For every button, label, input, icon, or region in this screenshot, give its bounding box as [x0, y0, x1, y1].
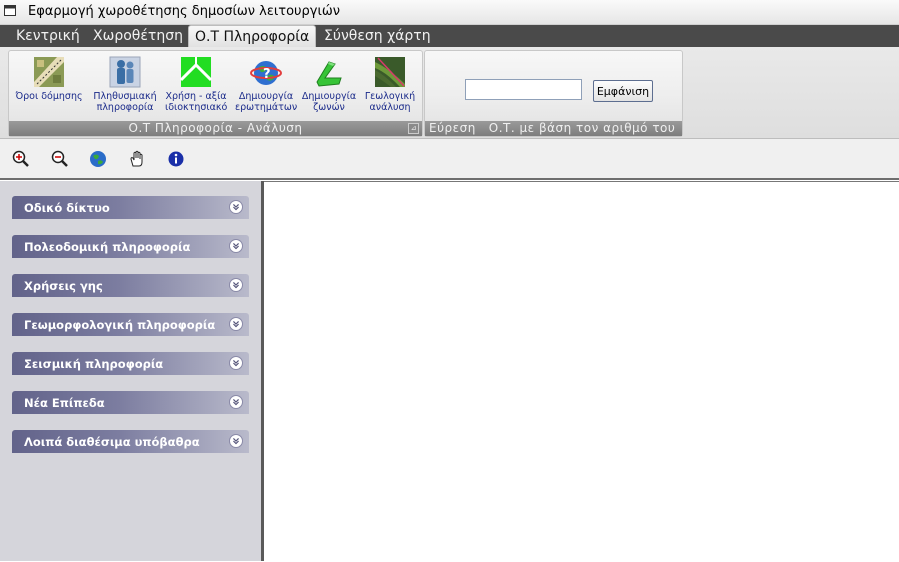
pane-seismic[interactable]: Σεισμική πληροφορία [12, 352, 249, 375]
pane-urban-planning[interactable]: Πολεοδομική πληροφορία [12, 235, 249, 258]
land-use-icon [180, 57, 212, 87]
pane-new-layers[interactable]: Νέα Επίπεδα [12, 391, 249, 414]
query-globe-icon: ? [250, 61, 282, 85]
app-window-icon [4, 5, 16, 16]
pane-road-network[interactable]: Οδικό δίκτυο [12, 196, 249, 219]
pane-label: Γεωμορφολογική πληροφορία [24, 318, 216, 332]
window-title: Εφαρμογή χωροθέτησης δημοσίων λειτουργιώ… [28, 4, 341, 19]
geology-icon [375, 57, 405, 87]
dialog-launcher-icon[interactable]: ⊿ [408, 123, 419, 134]
map-canvas[interactable] [264, 181, 899, 562]
ribbon: Όροι δόμησης Πληθυσμιακή πληροφορία Χρήσ… [0, 47, 899, 139]
svg-text:?: ? [263, 67, 271, 82]
pane-other-basemaps[interactable]: Λοιπά διαθέσιμα υπόβαθρα [12, 430, 249, 453]
tab-siting[interactable]: Χωροθέτηση [87, 25, 189, 47]
population-button[interactable]: Πληθυσμιακή πληροφορία [91, 56, 159, 113]
chevron-down-icon[interactable] [229, 434, 243, 448]
zoom-in-icon[interactable] [12, 150, 30, 168]
building-terms-label: Όροι δόμησης [15, 91, 83, 102]
pane-label: Σεισμική πληροφορία [24, 357, 164, 371]
chevron-down-icon[interactable] [229, 278, 243, 292]
ribbon-tab-strip: Κεντρική Χωροθέτηση Ο.Τ Πληροφορία Σύνθε… [0, 25, 899, 48]
pane-land-use[interactable]: Χρήσεις γης [12, 274, 249, 297]
land-use-label: Χρήση - αξία [165, 91, 227, 102]
create-query-button[interactable]: ? Δημιουργία ερωτημάτων [235, 56, 297, 113]
analysis-group-label: Ο.Τ Πληροφορία - Ανάλυση [9, 121, 422, 136]
geology-analysis-label: Γεωλογική [364, 91, 416, 102]
geology-analysis-button[interactable]: Γεωλογική ανάλυση [361, 56, 419, 113]
pane-geomorphology[interactable]: Γεωμορφολογική πληροφορία [12, 313, 249, 336]
pane-label: Χρήσεις γης [24, 279, 103, 293]
pane-label: Οδικό δίκτυο [24, 201, 110, 215]
analysis-group: Όροι δόμησης Πληθυσμιακή πληροφορία Χρήσ… [8, 50, 423, 137]
info-icon[interactable] [167, 150, 185, 168]
population-label: Πληθυσμιακή [93, 91, 157, 102]
chevron-down-icon[interactable] [229, 395, 243, 409]
globe-full-extent-icon[interactable] [89, 150, 107, 168]
tab-map-composition[interactable]: Σύνθεση χάρτη [318, 25, 437, 47]
create-zones-label: Δημιουργία [301, 91, 357, 102]
create-query-label: Δημιουργία [238, 91, 294, 102]
show-button[interactable]: Εμφάνιση [593, 80, 653, 102]
pane-label: Λοιπά διαθέσιμα υπόβαθρα [24, 435, 200, 449]
layers-sidebar: Οδικό δίκτυο Πολεοδομική πληροφορία Χρήσ… [0, 181, 264, 561]
building-terms-button[interactable]: Όροι δόμησης [14, 56, 84, 102]
search-group-label: Εύρεση Ο.Τ. με βάση τον αριθμό του [425, 121, 682, 136]
chevron-down-icon[interactable] [229, 317, 243, 331]
tab-block-info[interactable]: Ο.Τ Πληροφορία [188, 25, 317, 48]
building-terms-icon [34, 57, 64, 87]
title-bar: Εφαρμογή χωροθέτησης δημοσίων λειτουργιώ… [0, 0, 899, 25]
zoom-out-icon[interactable] [51, 150, 69, 168]
search-group: Εμφάνιση Εύρεση Ο.Τ. με βάση τον αριθμό … [424, 50, 683, 137]
block-number-input[interactable] [465, 79, 582, 100]
chevron-down-icon[interactable] [229, 200, 243, 214]
chevron-down-icon[interactable] [229, 356, 243, 370]
tab-home[interactable]: Κεντρική [10, 25, 86, 47]
population-icon [109, 56, 141, 88]
pan-hand-icon[interactable] [128, 150, 146, 168]
land-use-button[interactable]: Χρήση - αξία ιδιοκτησιακό [165, 56, 227, 113]
create-zones-button[interactable]: Δημιουργία ζωνών [301, 56, 357, 113]
map-toolbar [0, 139, 899, 180]
zones-icon [316, 61, 342, 87]
pane-label: Νέα Επίπεδα [24, 396, 105, 410]
pane-label: Πολεοδομική πληροφορία [24, 240, 191, 254]
chevron-down-icon[interactable] [229, 239, 243, 253]
